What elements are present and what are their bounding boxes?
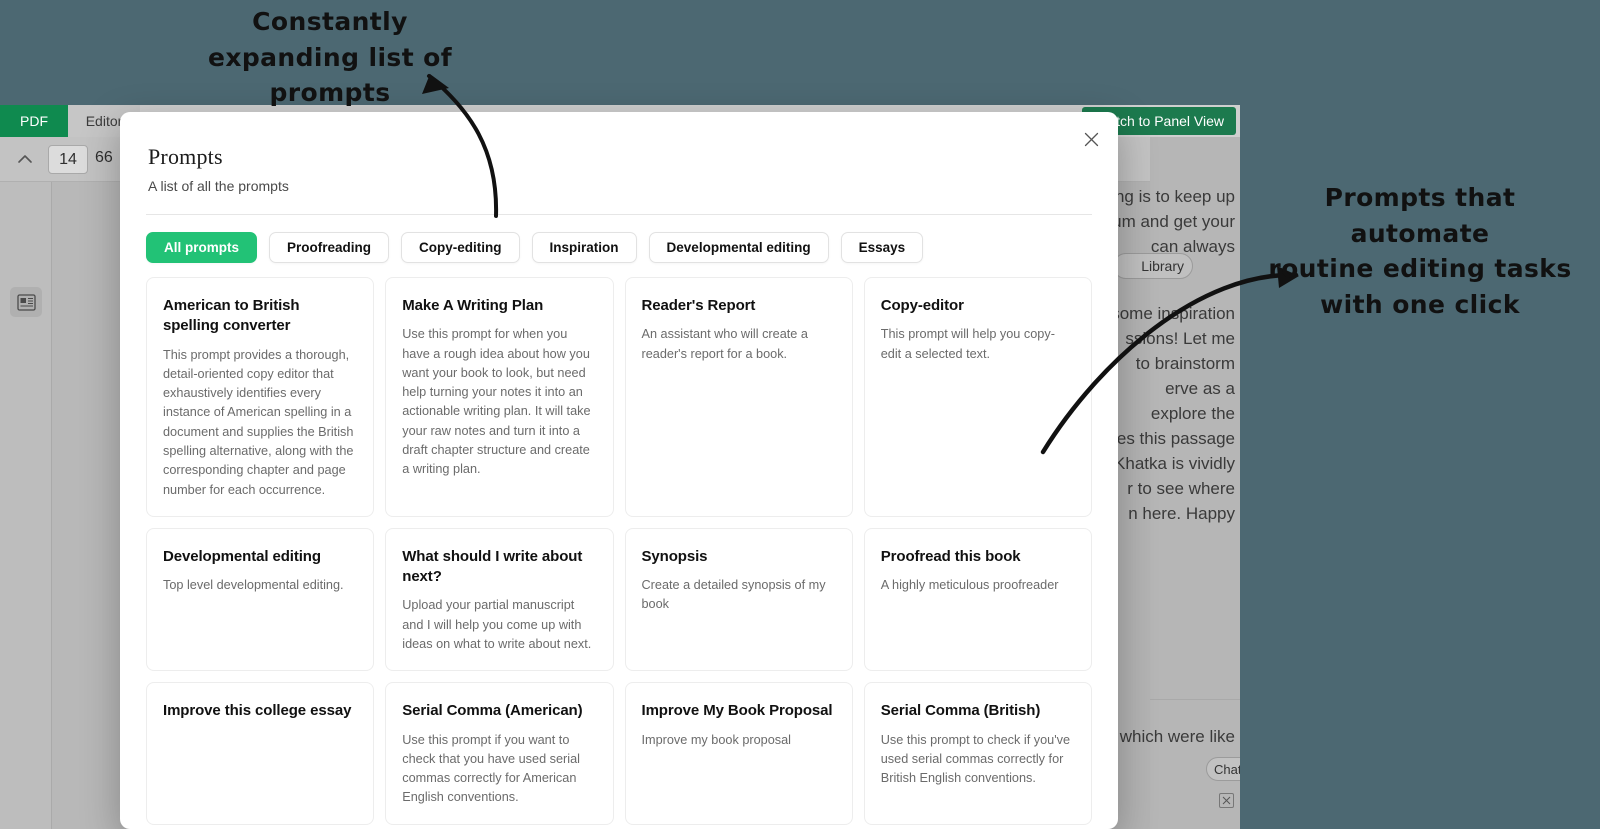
- screenshot-root: PDF Editor Switch to Panel View 14 66 Li…: [0, 0, 1600, 829]
- prompt-card-title: Serial Comma (British): [880, 702, 1041, 720]
- annotation-line: expanding list of prompts: [207, 42, 453, 108]
- prompt-card-description: Top level developmental editing.: [163, 578, 344, 593]
- filter-chip-inspiration[interactable]: Inspiration: [531, 232, 637, 263]
- prompt-card-title: Developmental editing: [163, 547, 321, 565]
- annotation-line: routine editing tasks: [1268, 254, 1572, 283]
- filter-chip-group: All prompts Proofreading Copy-editing Inspi…: [120, 215, 1118, 263]
- prompt-card-description: Upload your partial manuscript and I wil…: [402, 598, 592, 651]
- tab-pdf[interactable]: PDF: [0, 105, 68, 137]
- chat-text-line: hing is to keep up: [1101, 187, 1235, 206]
- chat-text-line: s which were like: [1106, 727, 1236, 746]
- chat-text-line: to brainstorm: [1135, 354, 1235, 373]
- prompt-card-title: Serial Comma (American): [402, 702, 583, 720]
- close-icon[interactable]: [1078, 126, 1104, 152]
- filter-chip-label: Inspiration: [549, 240, 619, 255]
- page-total-label: 66: [95, 149, 113, 166]
- prompt-card[interactable]: Developmental editing Top level developme…: [146, 527, 375, 672]
- filter-chip-developmental-editing[interactable]: Developmental editing: [648, 232, 829, 263]
- chat-text-line: some inspiration: [1111, 304, 1235, 323]
- prompt-card-title: Improve this college essay: [163, 702, 352, 720]
- prompt-card-title: Reader's Report: [641, 297, 756, 314]
- filter-chip-label: Copy-editing: [419, 240, 502, 255]
- prompt-card[interactable]: Serial Comma (American) Use this prompt i…: [385, 682, 614, 825]
- filter-chip-label: Proofreading: [287, 240, 372, 255]
- prompt-card-description: This prompt will help you copy-edit a se…: [880, 327, 1055, 361]
- chat-text-line: um and get your: [1112, 212, 1235, 231]
- modal-header: Prompts A list of all the prompts: [120, 112, 1118, 194]
- prompt-card[interactable]: American to British spelling converter Th…: [146, 277, 375, 517]
- prompt-card-description: Create a detailed synopsis of my book: [641, 578, 826, 612]
- tab-pdf-label: PDF: [20, 113, 48, 129]
- expand-square-icon[interactable]: [1219, 793, 1234, 808]
- prompt-card[interactable]: Reader's Report An assistant who will cre…: [624, 277, 853, 517]
- chat-text-line: r to see where: [1127, 479, 1235, 498]
- filter-chip-label: All prompts: [164, 240, 240, 255]
- chat-button[interactable]: Chat: [1206, 757, 1240, 781]
- prompt-card-title: Make A Writing Plan: [402, 297, 544, 314]
- annotation-right: Prompts that automate routine editing tas…: [1255, 180, 1585, 322]
- tab-editor-label: Editor: [85, 113, 123, 129]
- prompts-scroll-area[interactable]: American to British spelling converter Th…: [120, 271, 1118, 829]
- filter-chip-proofreading[interactable]: Proofreading: [269, 232, 390, 263]
- page-number-value: 14: [59, 150, 77, 168]
- chat-text-line: explore the: [1150, 404, 1235, 423]
- prompt-card-title: Synopsis: [641, 547, 708, 565]
- prompt-card[interactable]: Make A Writing Plan Use this prompt for w…: [385, 277, 614, 517]
- chat-text-line: ssions! Let me: [1125, 329, 1235, 348]
- annotation-line: Prompts that automate: [1324, 183, 1516, 248]
- prompt-card-title: What should I write about next?: [402, 547, 583, 586]
- library-button-label: Library: [1141, 258, 1184, 274]
- prompt-card-title: American to British spelling converter: [163, 297, 300, 335]
- chat-text-line: ties this passage: [1108, 429, 1235, 448]
- filter-chip-essays[interactable]: Essays: [840, 232, 924, 263]
- chat-button-label: Chat: [1214, 761, 1240, 777]
- prompt-card-title: Copy-editor: [880, 297, 964, 314]
- chevron-up-icon[interactable]: [14, 148, 36, 170]
- prompt-card[interactable]: Improve My Book Proposal Improve my book …: [624, 682, 853, 825]
- chat-text-line: erve as a: [1165, 379, 1235, 398]
- left-rail: [0, 182, 52, 829]
- prompt-card-description: Improve my book proposal: [641, 732, 792, 747]
- prompts-grid: American to British spelling converter Th…: [146, 271, 1092, 829]
- prompt-card[interactable]: Synopsis Create a detailed synopsis of my…: [624, 527, 853, 672]
- prompt-card-description: This prompt provides a thorough, detail-…: [163, 347, 354, 497]
- chat-text-line: f Khatka is vividly: [1104, 454, 1235, 473]
- prompt-card[interactable]: Proofread this book A highly meticulous p…: [863, 527, 1092, 672]
- chat-divider-1: [1150, 699, 1240, 700]
- prompts-modal: Prompts A list of all the prompts All pr…: [120, 112, 1118, 829]
- chat-text-line: can always: [1150, 237, 1235, 256]
- filter-chip-all-prompts[interactable]: All prompts: [146, 232, 258, 263]
- prompt-card[interactable]: What should I write about next? Upload yo…: [385, 527, 614, 672]
- page-number-input[interactable]: 14: [48, 145, 88, 174]
- filter-chip-label: Essays: [858, 240, 906, 255]
- prompt-card-description: Use this prompt to check if you've used …: [880, 732, 1071, 786]
- annotation-line: Constantly: [252, 7, 408, 36]
- prompt-card[interactable]: Copy-editor This prompt will help you cop…: [863, 277, 1092, 517]
- prompt-card-title: Proofread this book: [880, 547, 1021, 565]
- filter-chip-copy-editing[interactable]: Copy-editing: [401, 232, 520, 263]
- prompt-card[interactable]: Serial Comma (British) Use this prompt to…: [863, 682, 1092, 825]
- prompt-card-title: Improve My Book Proposal: [641, 702, 833, 720]
- filter-chip-label: Developmental editing: [666, 240, 811, 255]
- chat-text-line: n here. Happy: [1128, 504, 1235, 523]
- annotation-line: with one click: [1320, 289, 1520, 319]
- prompt-card-description: An assistant who will create a reader's …: [641, 327, 808, 361]
- page-title: Prompts: [148, 144, 223, 169]
- prompt-card-description: Use this prompt for when you have a roug…: [402, 327, 591, 477]
- annotation-top: Constantly expanding list of prompts: [145, 4, 515, 111]
- prompt-card[interactable]: Improve this college essay: [146, 682, 375, 825]
- prompt-card-description: A highly meticulous proofreader: [880, 578, 1059, 593]
- prompt-card-description: Use this prompt if you want to check tha…: [402, 732, 580, 805]
- page-subtitle: A list of all the prompts: [148, 178, 289, 194]
- document-outline-icon[interactable]: [10, 287, 42, 317]
